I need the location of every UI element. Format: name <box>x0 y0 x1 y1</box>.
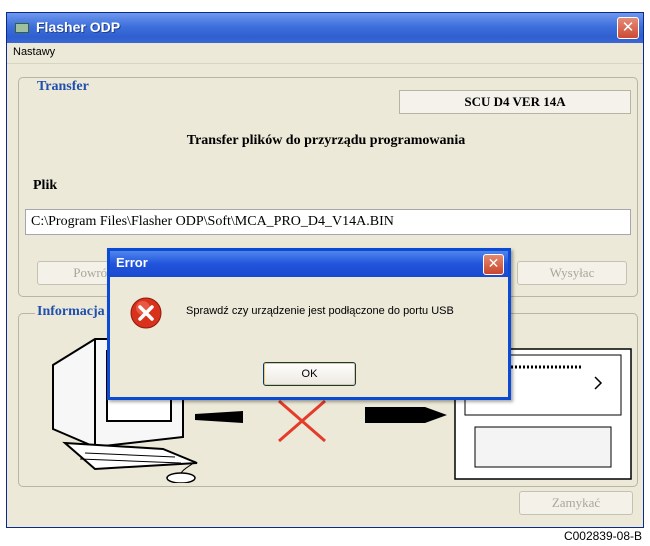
version-label: SCU D4 VER 14A <box>399 90 631 114</box>
title-bar: Flasher ODP ✕ <box>7 13 643 43</box>
dialog-title: Error <box>116 255 148 270</box>
info-legend: Informacja <box>35 304 107 320</box>
error-icon <box>130 297 162 329</box>
arrow-left-icon <box>195 411 243 423</box>
app-icon <box>15 23 29 33</box>
error-dialog: Error ✕ Sprawdź czy urządzenie jest podł… <box>107 248 511 400</box>
arrow-right-icon <box>365 407 447 423</box>
file-label: Plik <box>33 178 58 193</box>
window-close-button[interactable]: ✕ <box>617 17 639 39</box>
transfer-subtitle: Transfer plików do przyrządu programowan… <box>186 133 466 148</box>
send-button[interactable]: Wysyłac <box>517 261 627 285</box>
dialog-message: Sprawdź czy urządzenie jest podłączone d… <box>186 305 454 317</box>
dialog-close-button[interactable]: ✕ <box>483 254 504 275</box>
file-path-field[interactable]: C:\Program Files\Flasher ODP\Soft\MCA_PR… <box>25 209 631 235</box>
figure-caption: C002839-08-B <box>563 529 642 543</box>
close-app-button[interactable]: Zamykać <box>519 491 633 515</box>
menu-bar: Nastawy <box>7 43 643 64</box>
window-title: Flasher ODP <box>36 19 121 35</box>
menu-item-nastawy[interactable]: Nastawy <box>13 46 55 58</box>
transfer-cross-icon <box>278 399 326 443</box>
dialog-title-bar: Error ✕ <box>110 251 508 277</box>
ok-button[interactable]: OK <box>263 362 356 386</box>
transfer-legend: Transfer <box>35 79 91 95</box>
